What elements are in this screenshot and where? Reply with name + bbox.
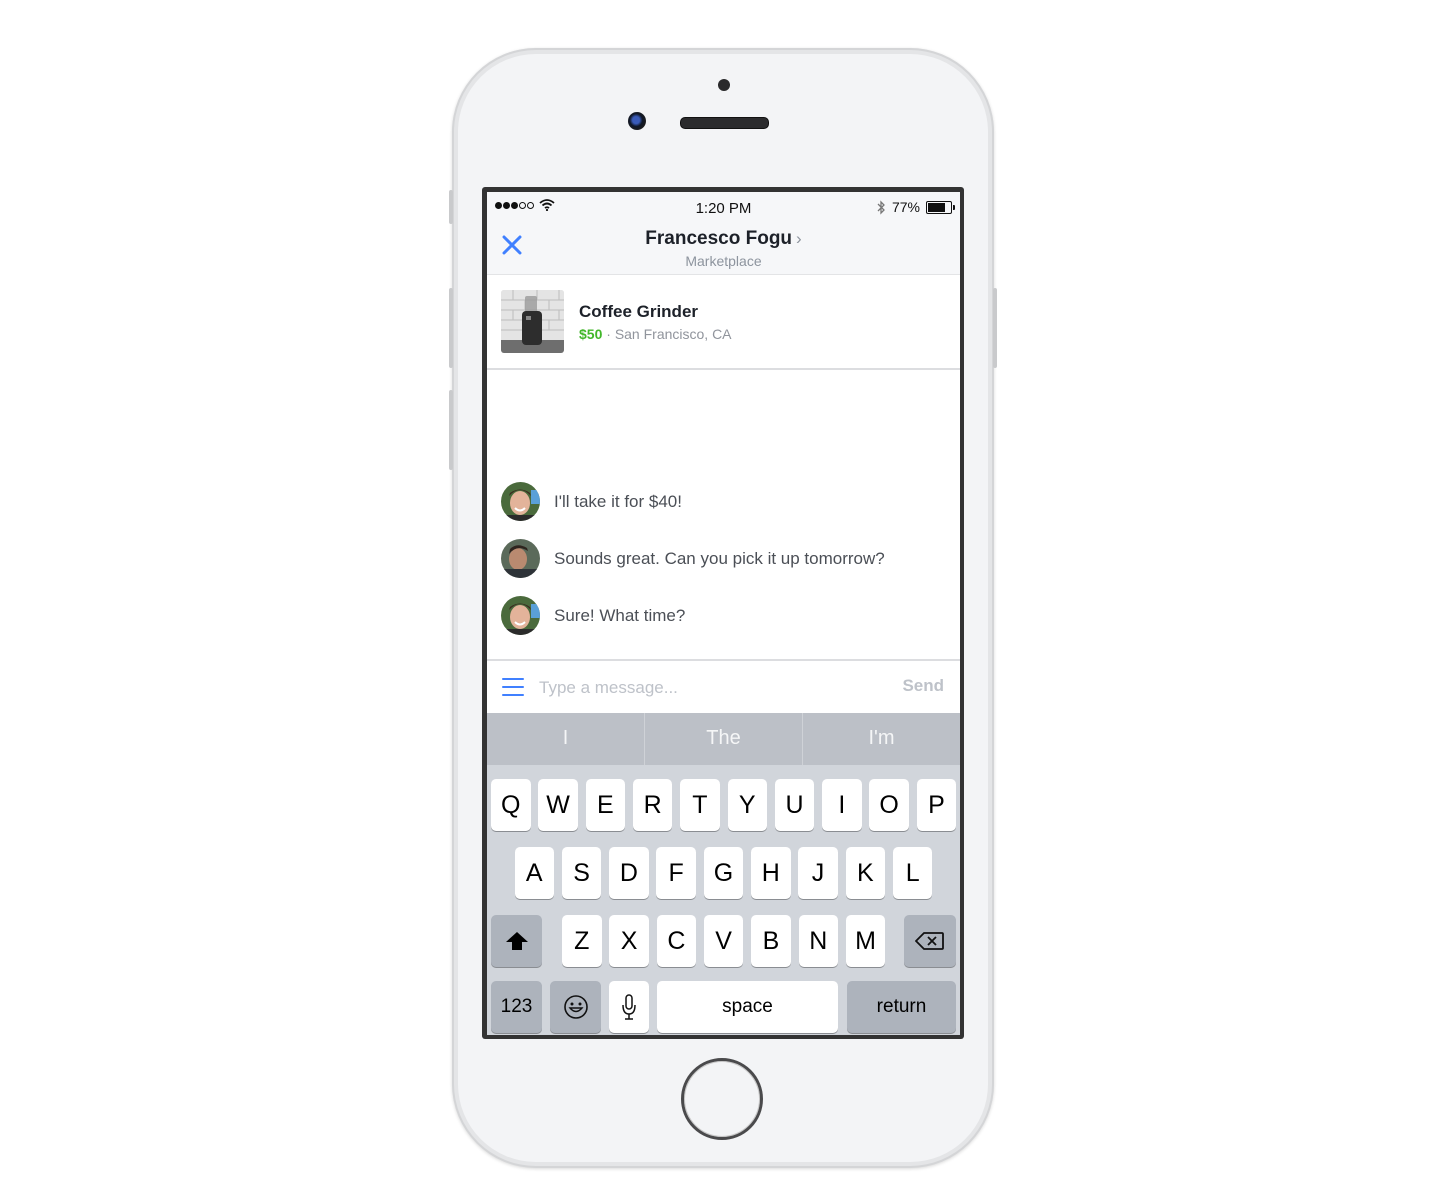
buyer-avatar-photo [501,482,540,521]
shift-key[interactable] [491,915,542,967]
key-k[interactable]: K [845,847,886,899]
volume-down-button [449,390,453,470]
key-v[interactable]: V [703,915,744,967]
message-row: Sure! What time? [487,596,960,636]
key-h[interactable]: H [751,847,791,899]
contact-name[interactable]: Francesco Fogu [645,228,792,249]
space-key[interactable]: space [657,981,838,1033]
message-text: Sure! What time? [554,606,686,625]
nav-bar: Francesco Fogu › Marketplace [487,222,960,275]
key-t[interactable]: T [680,779,720,831]
emoji-icon [563,995,588,1019]
key-g[interactable]: G [703,847,744,899]
seller-avatar-photo [501,539,540,578]
screen-bezel: 1:20 PM 77% Francesco Fogu › Marketplace… [482,187,964,1039]
message-row: Sounds great. Can you pick it up tomorro… [487,539,960,579]
listing-price: $50 [579,326,603,342]
suggestion-item[interactable]: The [645,713,803,765]
message-text: I'll take it for $40! [554,492,682,511]
battery-level [928,202,945,212]
hamburger-menu-icon[interactable] [502,678,524,696]
buyer-avatar-photo [501,596,540,635]
key-f[interactable]: F [656,847,696,899]
key-w[interactable]: W [538,779,578,831]
key-e[interactable]: E [585,779,626,831]
message-composer: Send [487,659,960,715]
key-n[interactable]: N [798,915,838,967]
status-right: 77% [877,199,955,215]
mute-switch [449,190,453,224]
dictation-key[interactable] [609,981,649,1033]
proximity-sensor [718,79,730,91]
predictive-suggestions: I The I'm [487,713,960,765]
key-b[interactable]: B [751,915,791,967]
volume-up-button [449,288,453,368]
key-y[interactable]: Y [727,779,767,831]
conversation-header[interactable]: Francesco Fogu › Marketplace [487,228,960,269]
listing-thumbnail [501,290,564,353]
listing-title: Coffee Grinder [579,302,699,321]
message-input[interactable] [537,673,881,703]
suggestion-item[interactable]: I [487,713,645,765]
key-a[interactable]: A [514,847,554,899]
send-button[interactable]: Send [902,676,944,696]
conversation-subtitle: Marketplace [685,253,762,269]
key-r[interactable]: R [632,779,673,831]
key-c[interactable]: C [656,915,697,967]
avatar-buyer[interactable] [501,482,540,521]
battery-icon [926,200,955,214]
key-x[interactable]: X [609,915,649,967]
key-l[interactable]: L [892,847,933,899]
status-bar: 1:20 PM 77% [487,192,960,222]
key-z[interactable]: Z [562,915,602,967]
key-s[interactable]: S [561,847,602,899]
earpiece-speaker [680,117,769,129]
key-j[interactable]: J [798,847,838,899]
message-text: Sounds great. Can you pick it up tomorro… [554,549,885,568]
key-i[interactable]: I [822,779,862,831]
power-button [993,288,997,368]
key-u[interactable]: U [774,779,815,831]
listing-card[interactable]: Coffee Grinder $50 · San Francisco, CA [487,275,960,370]
keyboard: I The I'm QWERTYUIOPASDFGHJKLZXCVBNM 123 [487,713,960,1035]
microphone-icon [622,994,636,1020]
return-key[interactable]: return [847,981,956,1033]
meta-separator: · [602,326,615,342]
front-camera [628,112,646,130]
key-m[interactable]: M [845,915,886,967]
backspace-icon [914,932,944,950]
avatar-seller[interactable] [501,539,540,578]
key-p[interactable]: P [916,779,957,831]
bluetooth-icon [877,199,885,215]
screen: 1:20 PM 77% Francesco Fogu › Marketplace… [487,192,960,1035]
suggestion-item[interactable]: I'm [803,713,960,765]
home-button[interactable] [681,1058,763,1140]
battery-cap [953,204,955,210]
numbers-key[interactable]: 123 [491,981,542,1033]
listing-location: San Francisco, CA [614,326,732,342]
avatar-buyer[interactable] [501,596,540,635]
shift-icon [505,932,528,950]
coffee-grinder-photo [501,290,564,353]
key-q[interactable]: Q [491,779,531,831]
listing-meta: $50 · San Francisco, CA [579,326,732,342]
emoji-key[interactable] [550,981,601,1033]
chevron-right-icon: › [796,229,802,248]
key-d[interactable]: D [609,847,649,899]
backspace-key[interactable] [904,915,956,967]
key-o[interactable]: O [869,779,909,831]
battery-percent: 77% [891,199,920,215]
message-row: I'll take it for $40! [487,482,960,522]
